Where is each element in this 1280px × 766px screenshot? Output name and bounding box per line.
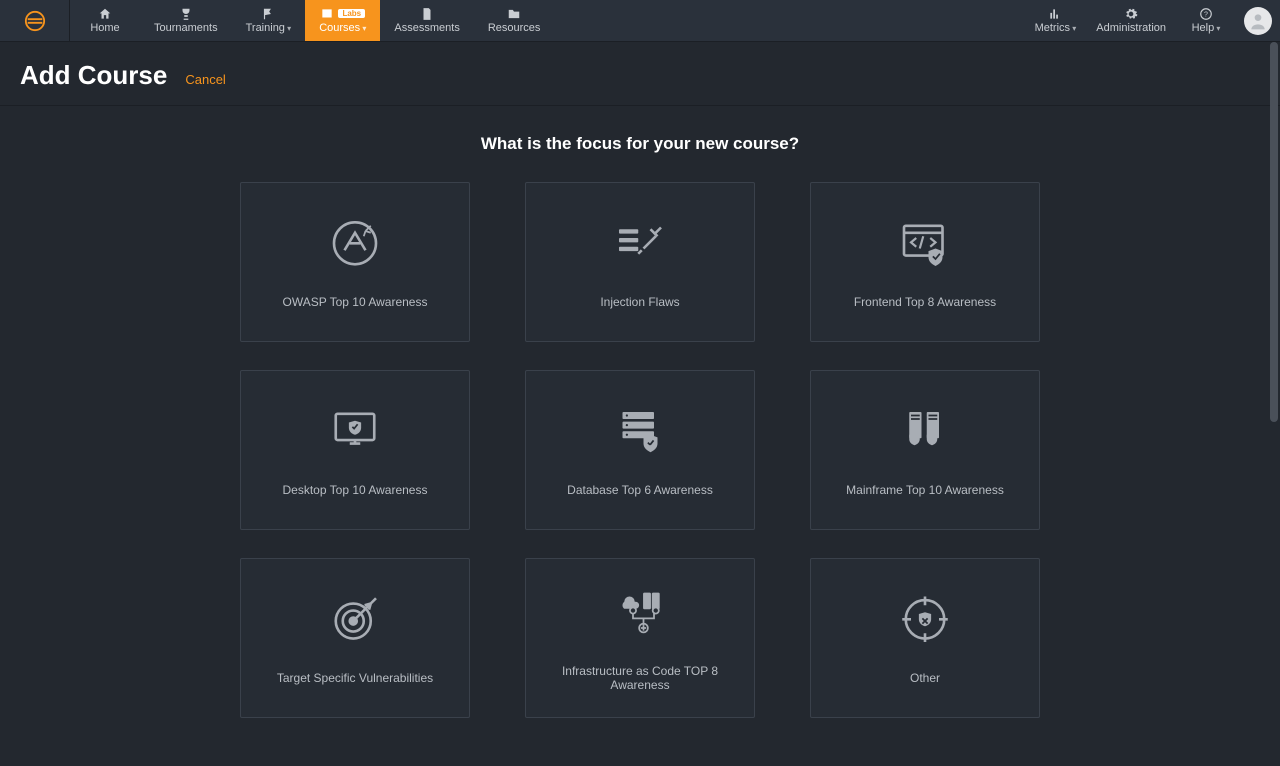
card-iac[interactable]: Infrastructure as Code TOP 8 Awareness [525, 558, 755, 718]
server-shield-icon [610, 403, 670, 463]
card-label: Other [902, 671, 948, 685]
card-mainframe[interactable]: Mainframe Top 10 Awareness [810, 370, 1040, 530]
gear-icon [1124, 7, 1138, 21]
cancel-link[interactable]: Cancel [185, 72, 225, 87]
cloud-infra-icon [610, 584, 670, 644]
nav-left: Home Tournaments Training Labs Courses A… [70, 0, 554, 41]
svg-text:?: ? [1204, 11, 1208, 18]
user-avatar[interactable] [1236, 0, 1280, 41]
nav-label: Assessments [394, 22, 459, 34]
shield-logo-icon [24, 10, 46, 32]
main-content: What is the focus for your new course? O… [0, 106, 1280, 766]
card-other[interactable]: Other [810, 558, 1040, 718]
nav-item-resources[interactable]: Resources [474, 0, 555, 41]
card-label: Infrastructure as Code TOP 8 Awareness [526, 664, 754, 692]
nav-label: Tournaments [154, 22, 218, 34]
card-label: Mainframe Top 10 Awareness [838, 483, 1012, 497]
card-label: Frontend Top 8 Awareness [846, 295, 1004, 309]
scrollbar[interactable] [1270, 42, 1278, 766]
target-icon [325, 591, 385, 651]
nav-label: Metrics [1035, 22, 1077, 35]
page-header: Add Course Cancel [0, 42, 1280, 106]
nav-item-administration[interactable]: Administration [1086, 0, 1176, 41]
nav-item-courses[interactable]: Labs Courses [305, 0, 380, 41]
folder-icon [507, 7, 521, 21]
nav-label: Administration [1096, 22, 1166, 34]
card-label: Injection Flaws [592, 295, 687, 309]
card-desktop[interactable]: Desktop Top 10 Awareness [240, 370, 470, 530]
wasp-circle-icon [325, 215, 385, 275]
injection-icon [610, 215, 670, 275]
scrollbar-thumb[interactable] [1270, 42, 1278, 422]
help-icon: ? [1199, 7, 1213, 21]
page-title: Add Course [20, 60, 167, 91]
nav-item-training[interactable]: Training [232, 0, 306, 41]
monitor-shield-icon [325, 403, 385, 463]
labs-badge: Labs [338, 9, 365, 18]
avatar-icon [1244, 7, 1272, 35]
flag-icon [261, 7, 275, 21]
course-focus-grid: OWASP Top 10 Awareness Injection Flaws [240, 182, 1040, 718]
card-target[interactable]: Target Specific Vulnerabilities [240, 558, 470, 718]
book-icon [320, 7, 334, 21]
trophy-icon [179, 7, 193, 21]
brand-logo[interactable] [0, 0, 70, 41]
nav-item-tournaments[interactable]: Tournaments [140, 0, 232, 41]
card-label: Database Top 6 Awareness [559, 483, 721, 497]
chart-icon [1048, 7, 1062, 21]
card-label: OWASP Top 10 Awareness [275, 295, 436, 309]
nav-item-home[interactable]: Home [70, 0, 140, 41]
nav-right: Metrics Administration ? Help [1025, 0, 1280, 41]
focus-prompt: What is the focus for your new course? [0, 134, 1280, 154]
code-window-shield-icon [895, 215, 955, 275]
home-icon [98, 7, 112, 21]
nav-label: Training [246, 22, 292, 35]
nav-item-help[interactable]: ? Help [1176, 0, 1236, 41]
card-label: Desktop Top 10 Awareness [275, 483, 436, 497]
card-injection[interactable]: Injection Flaws [525, 182, 755, 342]
mainframe-shield-icon [895, 403, 955, 463]
card-database[interactable]: Database Top 6 Awareness [525, 370, 755, 530]
document-icon [420, 7, 434, 21]
nav-label: Home [90, 22, 119, 34]
card-frontend[interactable]: Frontend Top 8 Awareness [810, 182, 1040, 342]
nav-item-metrics[interactable]: Metrics [1025, 0, 1087, 41]
nav-label: Help [1192, 22, 1221, 35]
crosshair-shield-icon [895, 591, 955, 651]
top-nav: Home Tournaments Training Labs Courses A… [0, 0, 1280, 42]
nav-label: Courses [319, 22, 366, 35]
card-label: Target Specific Vulnerabilities [269, 671, 441, 685]
card-owasp[interactable]: OWASP Top 10 Awareness [240, 182, 470, 342]
nav-item-assessments[interactable]: Assessments [380, 0, 473, 41]
nav-label: Resources [488, 22, 541, 34]
